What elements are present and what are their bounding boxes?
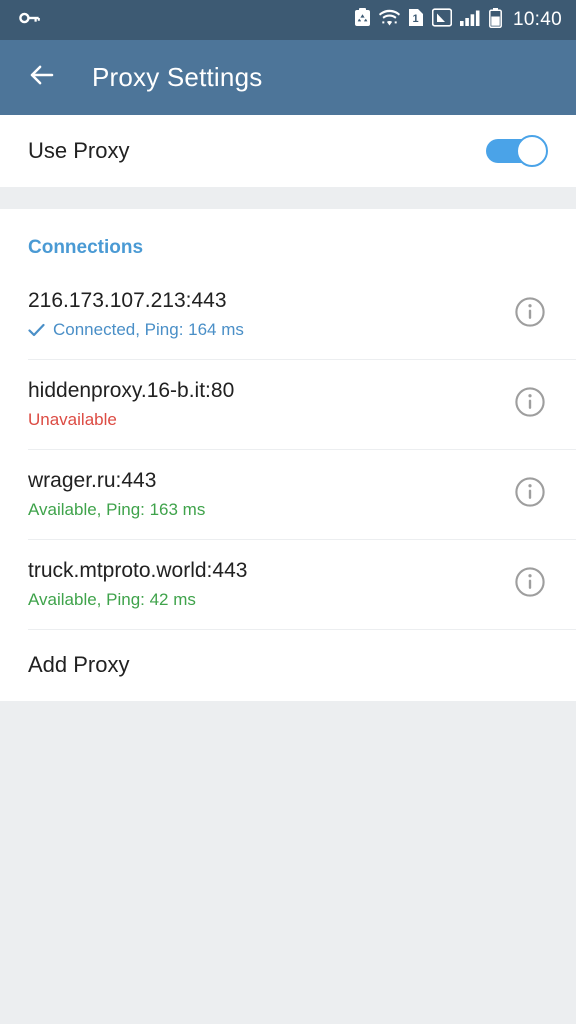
check-icon — [28, 323, 45, 337]
toggle-knob — [516, 135, 548, 167]
battery-icon — [489, 7, 502, 33]
info-button[interactable] — [508, 292, 552, 336]
connection-row[interactable]: wrager.ru:443 Available, Ping: 163 ms — [0, 449, 576, 539]
info-button[interactable] — [508, 472, 552, 516]
arrow-left-icon — [27, 60, 57, 95]
connection-row[interactable]: truck.mtproto.world:443 Available, Ping:… — [0, 539, 576, 629]
connection-status-text: Connected, Ping: 164 ms — [53, 320, 244, 340]
connection-status: Available, Ping: 163 ms — [28, 499, 508, 521]
page-background — [0, 701, 576, 1024]
connection-address: truck.mtproto.world:443 — [28, 558, 248, 582]
connection-address: hiddenproxy.16-b.it:80 — [28, 378, 235, 402]
status-bar-right: 1 10:40 — [354, 7, 562, 33]
connection-text: wrager.ru:443 Available, Ping: 163 ms — [28, 467, 508, 521]
connection-status-text: Available, Ping: 163 ms — [28, 500, 206, 520]
key-icon — [18, 7, 40, 34]
connection-text: hiddenproxy.16-b.it:80 Unavailable — [28, 377, 508, 431]
add-proxy-label: Add Proxy — [28, 652, 130, 677]
connection-row[interactable]: 216.173.107.213:443 Connected, Ping: 164… — [0, 269, 576, 359]
use-proxy-row[interactable]: Use Proxy — [0, 115, 576, 187]
use-proxy-label: Use Proxy — [28, 138, 130, 163]
info-icon — [514, 386, 546, 423]
use-proxy-card: Use Proxy — [0, 115, 576, 187]
info-button[interactable] — [508, 382, 552, 426]
section-divider — [0, 187, 576, 209]
back-button[interactable] — [22, 58, 62, 98]
page-title: Proxy Settings — [92, 62, 263, 92]
wifi-icon — [378, 8, 400, 32]
screen: 1 10:40 Proxy Settings Use Proxy Connect… — [0, 0, 576, 1024]
add-proxy-row[interactable]: Add Proxy — [0, 629, 576, 701]
status-bar: 1 10:40 — [0, 0, 576, 40]
connection-status: Connected, Ping: 164 ms — [28, 319, 508, 341]
connection-row[interactable]: hiddenproxy.16-b.it:80 Unavailable — [0, 359, 576, 449]
signal-bars-icon — [459, 8, 481, 32]
connection-text: 216.173.107.213:443 Connected, Ping: 164… — [28, 287, 508, 341]
info-button[interactable] — [508, 562, 552, 606]
app-bar: Proxy Settings — [0, 40, 576, 115]
connection-address: 216.173.107.213:443 — [28, 288, 227, 312]
info-icon — [514, 296, 546, 333]
connection-status-text: Unavailable — [28, 410, 117, 430]
connection-status: Available, Ping: 42 ms — [28, 589, 508, 611]
connections-card: Connections 216.173.107.213:443 Connecte… — [0, 209, 576, 701]
signal-boxed-icon — [431, 8, 453, 32]
status-bar-left — [18, 7, 354, 34]
svg-text:1: 1 — [412, 13, 418, 25]
status-bar-clock: 10:40 — [512, 9, 562, 30]
use-proxy-toggle[interactable] — [486, 135, 548, 167]
info-icon — [514, 566, 546, 603]
connection-text: truck.mtproto.world:443 Available, Ping:… — [28, 557, 508, 611]
connection-address: wrager.ru:443 — [28, 468, 157, 492]
connections-header: Connections — [28, 237, 144, 258]
connection-status-text: Available, Ping: 42 ms — [28, 590, 196, 610]
sim-one-icon: 1 — [408, 8, 424, 32]
info-icon — [514, 476, 546, 513]
connection-status: Unavailable — [28, 409, 508, 431]
recycle-clipboard-icon — [354, 8, 371, 32]
